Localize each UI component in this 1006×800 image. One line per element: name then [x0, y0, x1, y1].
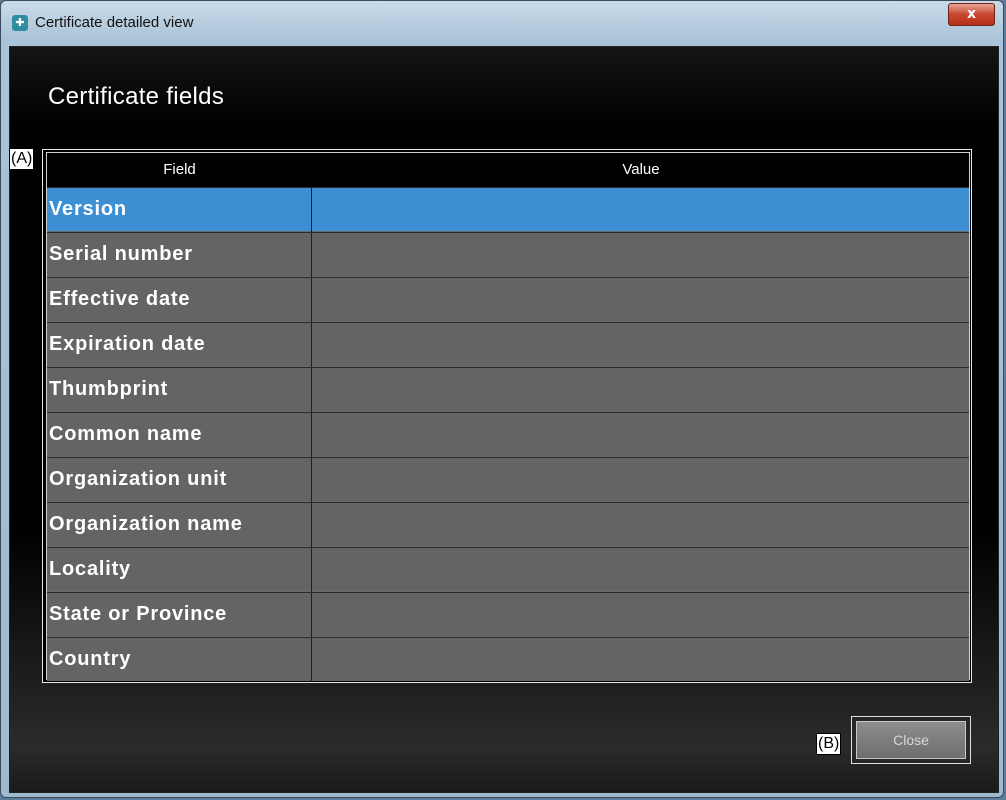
- dialog-body: Certificate fields (A) Field Value Versi…: [9, 46, 999, 793]
- value-cell: [313, 638, 969, 682]
- table-row[interactable]: State or Province: [47, 592, 969, 637]
- field-cell: Version: [47, 188, 312, 232]
- table-row[interactable]: Locality: [47, 547, 969, 592]
- callout-a-label: (A): [9, 148, 35, 170]
- value-cell: [313, 233, 969, 277]
- value-cell: [313, 548, 969, 592]
- certificate-fields-table: Field Value Version Serial number Effectiv…: [42, 149, 972, 683]
- window-close-button[interactable]: x: [948, 3, 995, 26]
- window-title: Certificate detailed view: [35, 14, 194, 31]
- table-header: Field Value: [47, 153, 969, 187]
- field-cell: Organization name: [47, 503, 312, 547]
- column-header-value[interactable]: Value: [313, 161, 969, 178]
- value-cell: [313, 278, 969, 322]
- table-row[interactable]: Organization name: [47, 502, 969, 547]
- table-row[interactable]: Expiration date: [47, 322, 969, 367]
- close-button[interactable]: Close: [856, 721, 966, 759]
- field-cell: Serial number: [47, 233, 312, 277]
- table-row[interactable]: Version: [47, 187, 969, 232]
- field-cell: Organization unit: [47, 458, 312, 502]
- table-row[interactable]: Effective date: [47, 277, 969, 322]
- column-header-field[interactable]: Field: [47, 161, 312, 178]
- value-cell: [313, 413, 969, 457]
- table-row[interactable]: Serial number: [47, 232, 969, 277]
- field-cell: Locality: [47, 548, 312, 592]
- table-row[interactable]: Common name: [47, 412, 969, 457]
- page-title: Certificate fields: [48, 83, 225, 110]
- value-cell: [313, 323, 969, 367]
- table-row[interactable]: Organization unit: [47, 457, 969, 502]
- table-row[interactable]: Country: [47, 637, 969, 682]
- field-cell: Thumbprint: [47, 368, 312, 412]
- callout-b-label: (B): [816, 733, 842, 755]
- field-cell: Common name: [47, 413, 312, 457]
- table-row[interactable]: Thumbprint: [47, 367, 969, 412]
- field-cell: Country: [47, 638, 312, 682]
- field-cell: Effective date: [47, 278, 312, 322]
- value-cell: [313, 368, 969, 412]
- value-cell: [313, 593, 969, 637]
- table-body: Field Value Version Serial number Effectiv…: [46, 152, 970, 682]
- value-cell: [313, 458, 969, 502]
- field-cell: Expiration date: [47, 323, 312, 367]
- close-button-frame: Close: [851, 716, 971, 764]
- certificate-window: ✚ Certificate detailed view x Certificat…: [0, 0, 1004, 798]
- value-cell: [313, 503, 969, 547]
- value-cell: [313, 188, 969, 232]
- certificate-icon: ✚: [12, 15, 28, 31]
- title-bar[interactable]: ✚ Certificate detailed view x: [1, 1, 1003, 45]
- field-cell: State or Province: [47, 593, 312, 637]
